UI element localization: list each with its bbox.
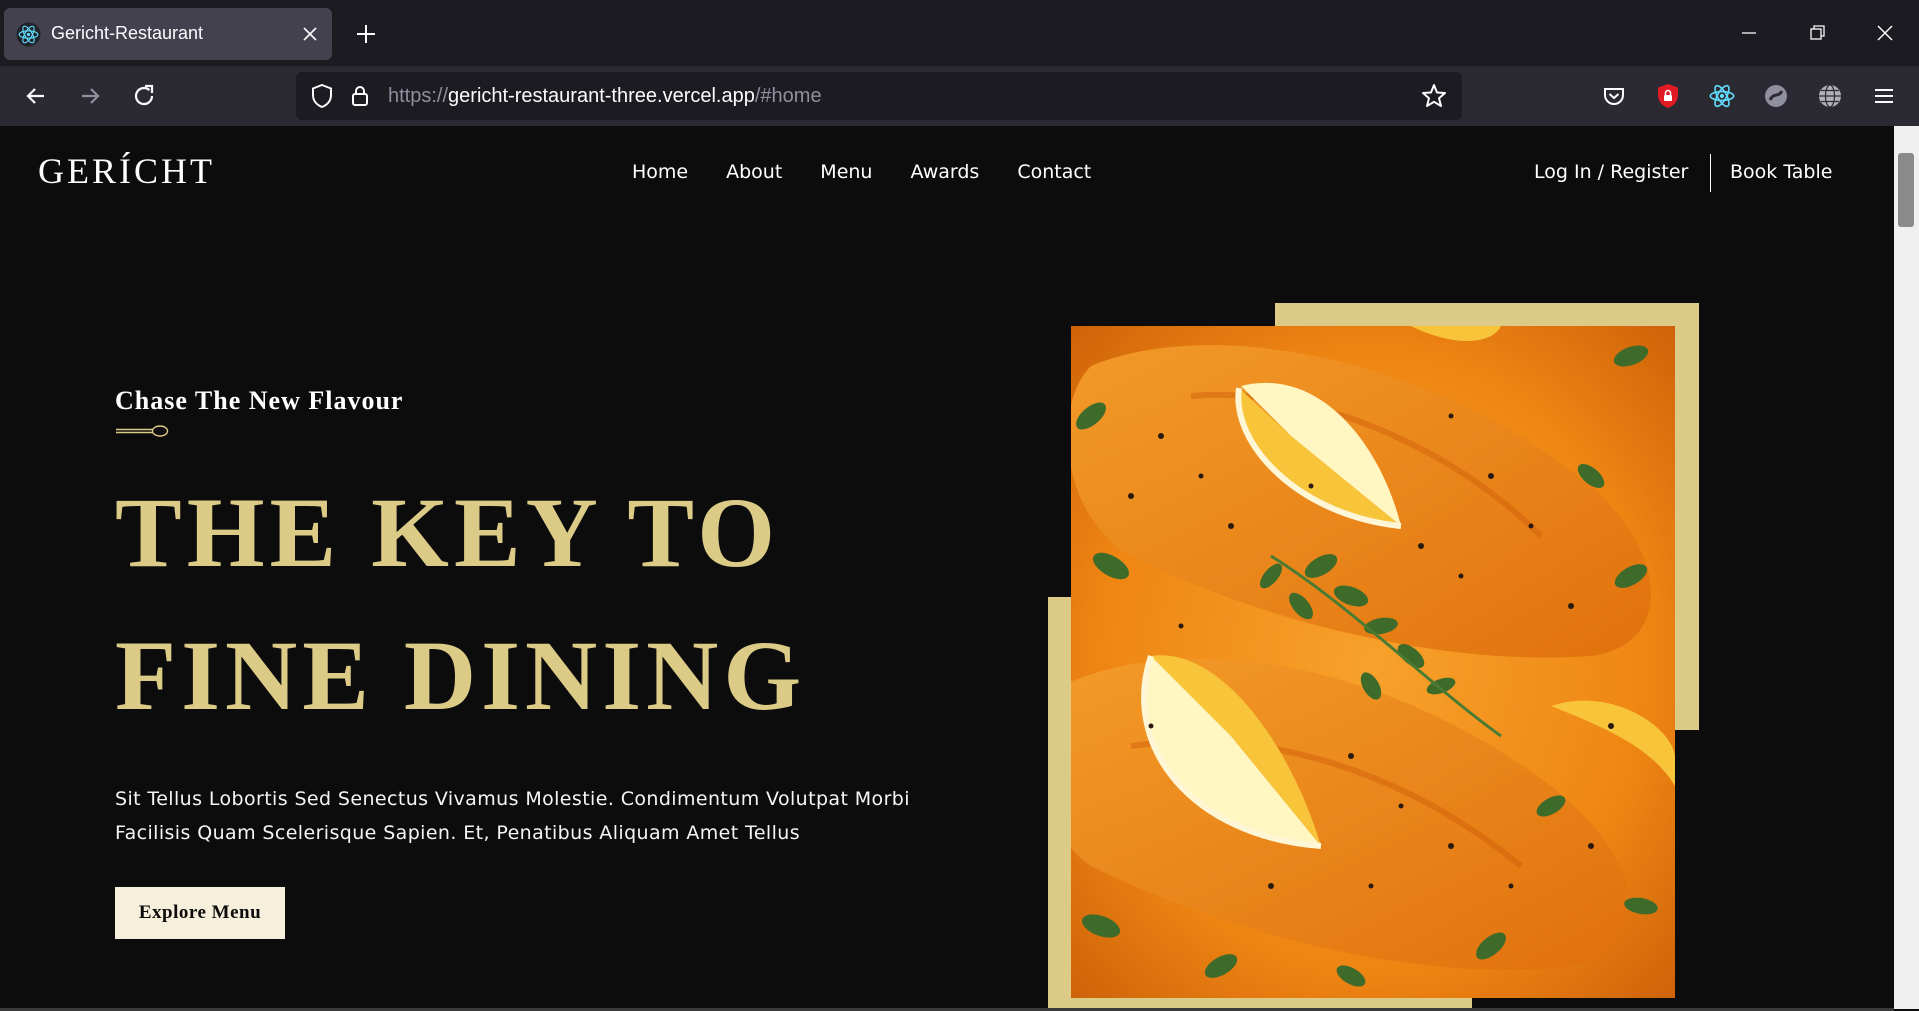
back-arrow-icon[interactable]: [22, 82, 50, 110]
window-close-icon[interactable]: [1872, 20, 1898, 46]
minimize-icon[interactable]: [1736, 20, 1762, 46]
plus-icon[interactable]: [354, 22, 378, 46]
menu-icon[interactable]: [1870, 82, 1898, 110]
nav-link-contact[interactable]: Contact: [1017, 161, 1091, 183]
lock-icon[interactable]: [346, 82, 374, 110]
url-scheme: https://: [388, 85, 449, 107]
site-nav: Home About Menu Awards Contact: [632, 161, 1129, 183]
explore-menu-button[interactable]: Explore Menu: [115, 887, 285, 939]
close-icon[interactable]: [300, 24, 320, 44]
restore-icon[interactable]: [1804, 20, 1830, 46]
headline-line-2: FINE DINING: [115, 620, 807, 731]
globe-icon[interactable]: [1816, 82, 1844, 110]
hero-food-image: [1071, 326, 1675, 998]
url-text[interactable]: https://gericht-restaurant-three.vercel.…: [388, 85, 822, 108]
spoon-icon: [116, 425, 169, 437]
pocket-icon[interactable]: [1600, 82, 1628, 110]
address-bar[interactable]: https://gericht-restaurant-three.vercel.…: [296, 72, 1462, 120]
tab-title: Gericht-Restaurant: [51, 23, 204, 43]
hero-headline: THE KEY TO FINE DINING: [115, 461, 806, 747]
tab-strip: Gericht-Restaurant: [0, 0, 1919, 66]
book-table-link[interactable]: Book Table: [1730, 161, 1832, 183]
headline-line-1: THE KEY TO: [115, 477, 781, 588]
extension-icon[interactable]: [1762, 82, 1790, 110]
shield-icon[interactable]: [308, 82, 336, 110]
nav-divider: [1710, 154, 1711, 192]
web-page: GERÍCHT Home About Menu Awards Contact L…: [0, 126, 1894, 1009]
nav-link-about[interactable]: About: [726, 161, 782, 183]
url-path: /#home: [754, 85, 822, 107]
url-host: gericht-restaurant-three.vercel.app: [448, 85, 755, 107]
react-devtools-icon[interactable]: [1708, 82, 1736, 110]
react-favicon-icon: [16, 22, 41, 47]
ublock-icon[interactable]: [1654, 82, 1682, 110]
hero-description: Sit Tellus Lobortis Sed Senectus Vivamus…: [115, 788, 910, 844]
login-register-link[interactable]: Log In / Register: [1534, 161, 1688, 183]
browser-toolbar: https://gericht-restaurant-three.vercel.…: [0, 66, 1919, 126]
star-icon[interactable]: [1420, 82, 1448, 110]
site-logo[interactable]: GERÍCHT: [38, 150, 215, 192]
forward-arrow-icon[interactable]: [76, 82, 104, 110]
nav-link-awards[interactable]: Awards: [910, 161, 979, 183]
hero-subtitle: Chase The New Flavour: [115, 386, 404, 415]
nav-link-home[interactable]: Home: [632, 161, 688, 183]
reload-icon[interactable]: [130, 82, 158, 110]
browser-tab[interactable]: Gericht-Restaurant: [4, 8, 332, 60]
scrollbar-thumb[interactable]: [1898, 153, 1914, 227]
nav-link-menu[interactable]: Menu: [820, 161, 872, 183]
scrollbar-track[interactable]: [1894, 126, 1919, 1009]
